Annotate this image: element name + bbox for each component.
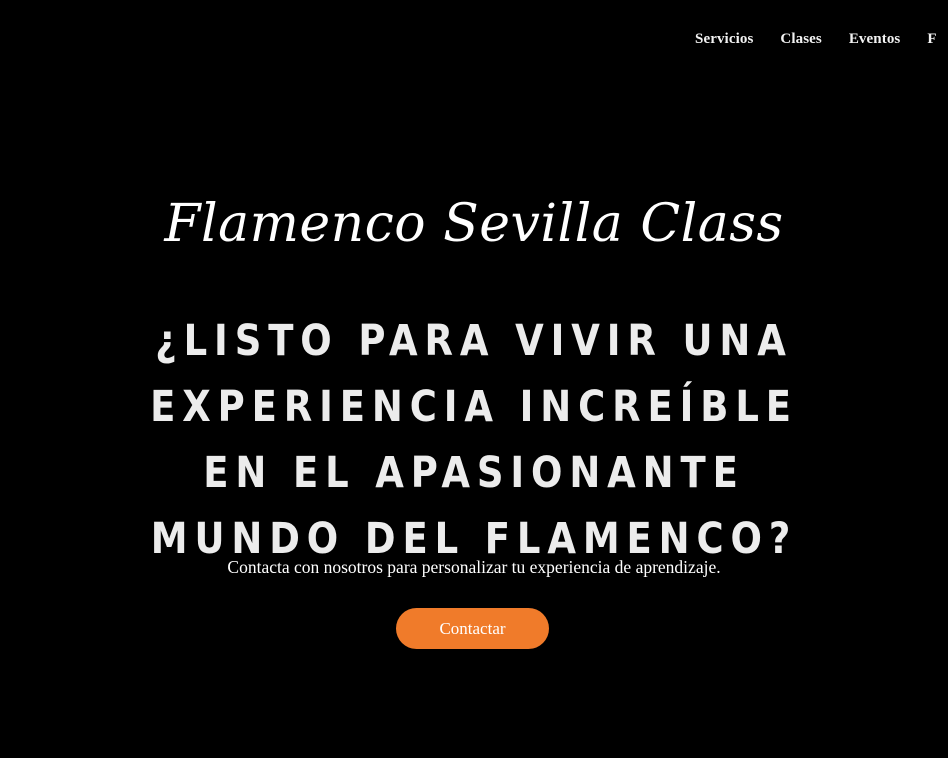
hero-subtext: Contacta con nosotros para personalizar … [227,557,721,577]
contact-button[interactable]: Contactar [396,608,549,649]
hero-headline: ¿LISTO PARA VIVIR UNA EXPERIENCIA INCREÍ… [150,316,798,564]
hero-section: Flamenco Sevilla Class ¿LISTO PARA VIVIR… [0,0,948,758]
brand-title: Flamenco Sevilla Class [164,194,784,254]
